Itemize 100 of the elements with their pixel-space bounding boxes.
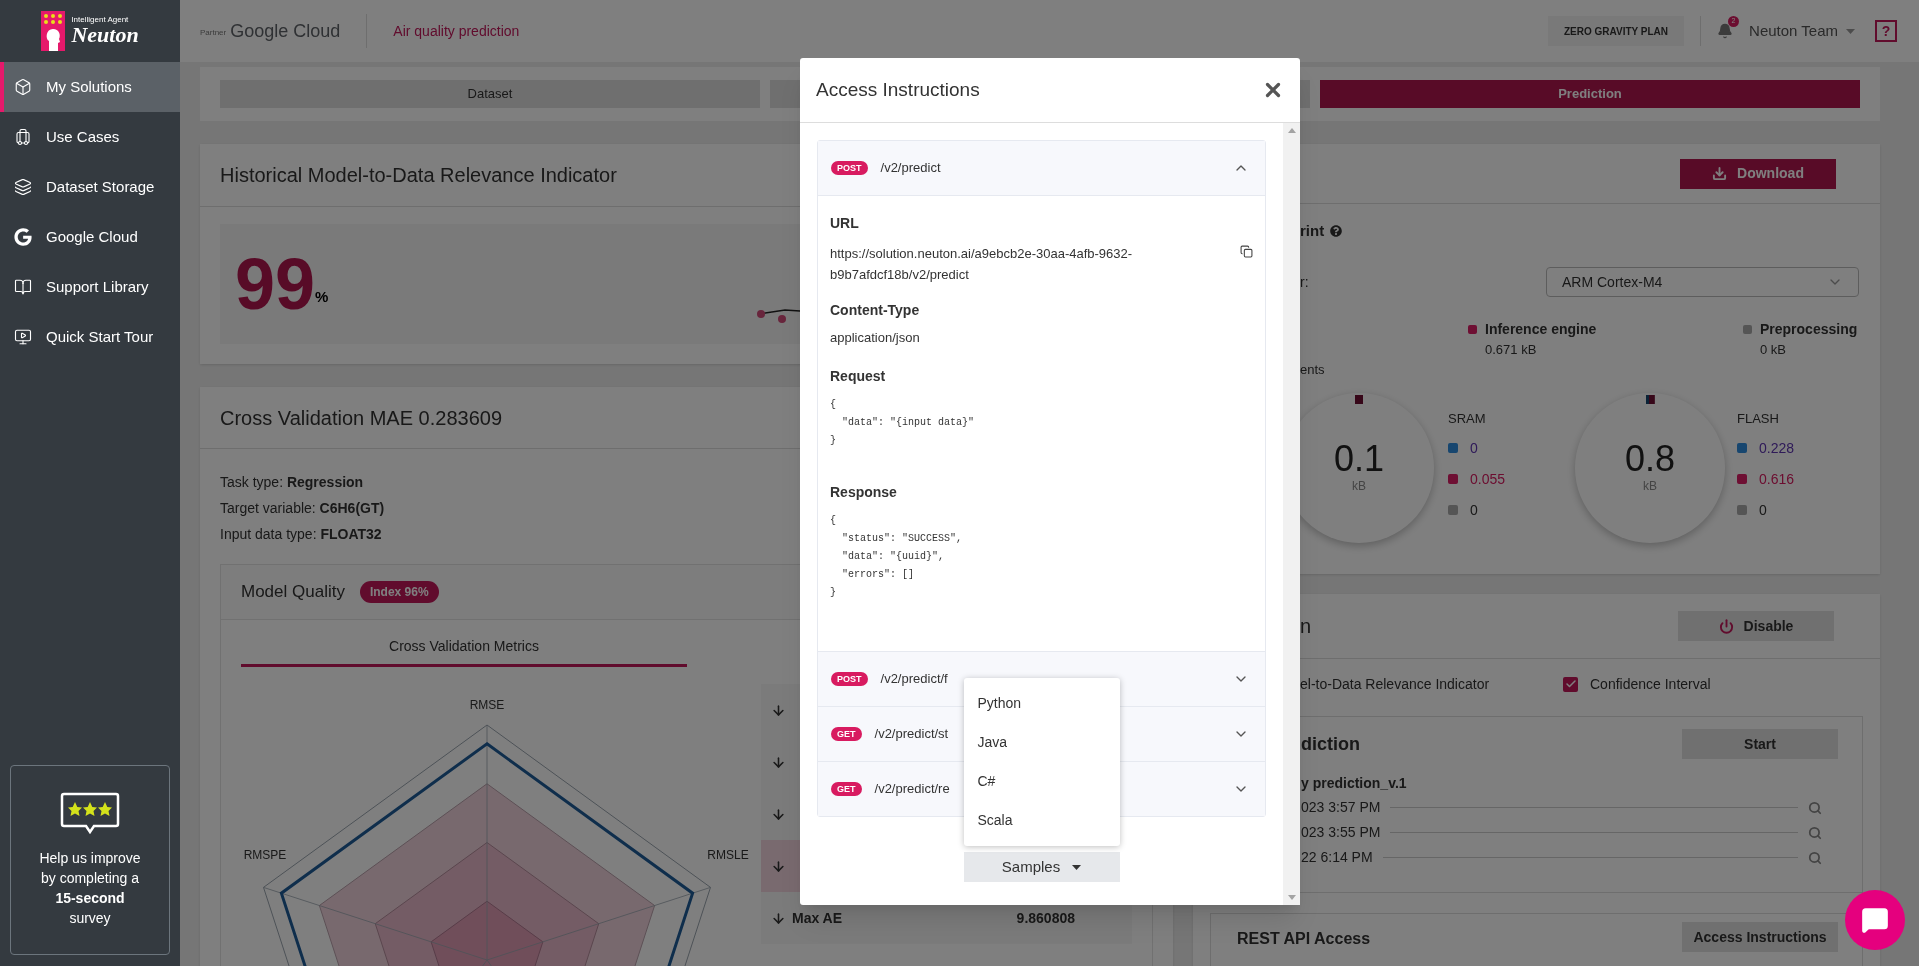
legend-value: 0 kB (1760, 341, 1787, 359)
endpoint-header[interactable]: POST /v2/predict (818, 141, 1265, 195)
memory-value: 0.228 (1759, 438, 1795, 458)
method-badge: POST (831, 672, 868, 686)
task-info: Task type: Regression (220, 473, 364, 492)
sidebar-item[interactable]: Use Cases (0, 112, 180, 162)
axis-label: RMSE (469, 698, 505, 712)
metric-value: 9.860808 (1016, 908, 1075, 928)
download-button[interactable]: Download (1680, 158, 1836, 189)
memory-value: 0 (1470, 438, 1478, 458)
monitor-play-icon (14, 328, 32, 346)
section-title: rint (1300, 220, 1325, 241)
sidebar-item[interactable]: Google Cloud (0, 212, 180, 262)
target-select[interactable]: ARM Cortex-M4 (1546, 267, 1859, 297)
tab[interactable]: Prediction (1320, 80, 1860, 108)
option-label: el-to-Data Relevance Indicator (1300, 674, 1490, 694)
logo-tagline: Intelligent Agent (71, 16, 130, 24)
legend-label: Inference engine (1485, 320, 1597, 339)
arrow-down-icon (771, 754, 786, 770)
relevance-unit: % (315, 287, 329, 305)
rating-bubble-icon (60, 792, 120, 836)
relevance-value: 99 (235, 248, 316, 320)
metric-name: Max AE (792, 908, 843, 928)
run-date: 22 6:14 PM (1301, 848, 1373, 867)
user-menu[interactable]: Neuton Team (1749, 19, 1855, 43)
method-badge: POST (831, 161, 868, 175)
task-info: Target variable: C6H6(GT) (220, 499, 385, 518)
scrollbar[interactable] (1283, 123, 1300, 905)
search-icon[interactable] (1808, 800, 1822, 815)
memory-value: 0 (1759, 500, 1767, 520)
card-title: Historical Model-to-Data Relevance Indicator (220, 163, 617, 188)
endpoint-path: /v2/predict/re (874, 780, 950, 799)
checkbox[interactable] (1563, 676, 1578, 692)
chat-button[interactable] (1845, 890, 1905, 950)
power-icon (1718, 618, 1734, 634)
run-date: 023 3:55 PM (1301, 823, 1381, 842)
json-text: { "data": "{input data}" } (830, 398, 976, 448)
search-icon[interactable] (1808, 825, 1822, 840)
gauge-marks-icon (1643, 394, 1657, 405)
memory-value: 0 (1470, 500, 1478, 520)
panel-title: Model Quality (241, 581, 345, 604)
menu-item[interactable]: C# (963, 762, 1120, 801)
metrics-tab[interactable]: Cross Validation Metrics (241, 620, 687, 667)
help-icon[interactable] (1330, 225, 1343, 237)
card-title: Cross Validation MAE 0.283609 (220, 405, 502, 431)
help-button[interactable]: ? (1875, 20, 1897, 42)
legend-label: Preprocessing (1760, 320, 1858, 339)
tab[interactable]: Dataset (220, 80, 760, 108)
gauge-unit: kB (1352, 477, 1366, 495)
logo-name: Neuton (71, 24, 139, 46)
panel-title: REST API Access (1237, 929, 1371, 949)
start-button[interactable]: Start (1682, 729, 1838, 759)
card-title: n (1300, 614, 1312, 639)
field-label: URL (830, 214, 860, 233)
model-name: y prediction_v.1 (1301, 774, 1408, 793)
task-info: Input data type: FLOAT32 (220, 525, 382, 544)
menu-item[interactable]: Scala (963, 801, 1120, 840)
sidebar-item[interactable]: My Solutions (0, 62, 180, 112)
gauge-value: 0.1 (1333, 440, 1384, 477)
arrow-down-icon (771, 858, 786, 874)
sidebar-item[interactable]: Support Library (0, 262, 180, 312)
access-instructions-button[interactable]: Access Instructions (1682, 922, 1838, 952)
index-badge: Index 96% (359, 581, 439, 603)
sidebar-item[interactable]: Quick Start Tour (0, 312, 180, 362)
modal-title: Access Instructions (816, 77, 980, 102)
field-label: Request (830, 367, 887, 386)
arrow-down-icon (771, 910, 786, 926)
section-label: ents (1300, 360, 1325, 379)
suitcase-icon (14, 128, 32, 146)
copy-icon[interactable] (1240, 245, 1253, 258)
solution-name: Air quality prediction (393, 21, 520, 41)
caret-icon (1072, 864, 1082, 870)
run-date: 023 3:57 PM (1301, 798, 1381, 817)
field-label: Content-Type (830, 301, 921, 320)
plan-button[interactable]: ZERO GRAVITY PLAN (1547, 16, 1685, 46)
survey-card[interactable]: Help us improve by completing a 15-second survey (10, 765, 170, 955)
gauge-value: 0.8 (1624, 440, 1675, 477)
memory-value: 0.055 (1470, 469, 1506, 489)
samples-button[interactable]: Samples (963, 852, 1120, 882)
logo-icon (41, 11, 66, 51)
endpoint-path: /v2/predict (880, 159, 941, 178)
sidebar-item[interactable]: Dataset Storage (0, 162, 180, 212)
google-icon (14, 228, 32, 246)
arrow-down-icon (771, 806, 786, 822)
book-icon (14, 278, 32, 296)
field-label: r: (1300, 272, 1309, 292)
json-text: { "status": "SUCCESS", "data": "{uuid}", "errors": [] } (830, 514, 964, 600)
gauge-unit: kB (1643, 477, 1657, 495)
survey-text: Help us improve by completing a 15-second survey (38, 849, 142, 928)
scroll-up-icon[interactable] (1287, 128, 1296, 133)
menu-item[interactable]: Python (963, 684, 1120, 723)
option-label: Confidence Interval (1590, 674, 1711, 694)
search-icon[interactable] (1808, 850, 1822, 865)
scroll-down-icon[interactable] (1287, 895, 1296, 900)
layers-icon (14, 178, 32, 196)
disable-button[interactable]: Disable (1678, 611, 1834, 641)
partner-logo: Google Cloud (230, 19, 341, 43)
notifications-icon[interactable] (1717, 23, 1734, 39)
menu-item[interactable]: Java (963, 723, 1120, 762)
cube-icon (14, 78, 32, 96)
